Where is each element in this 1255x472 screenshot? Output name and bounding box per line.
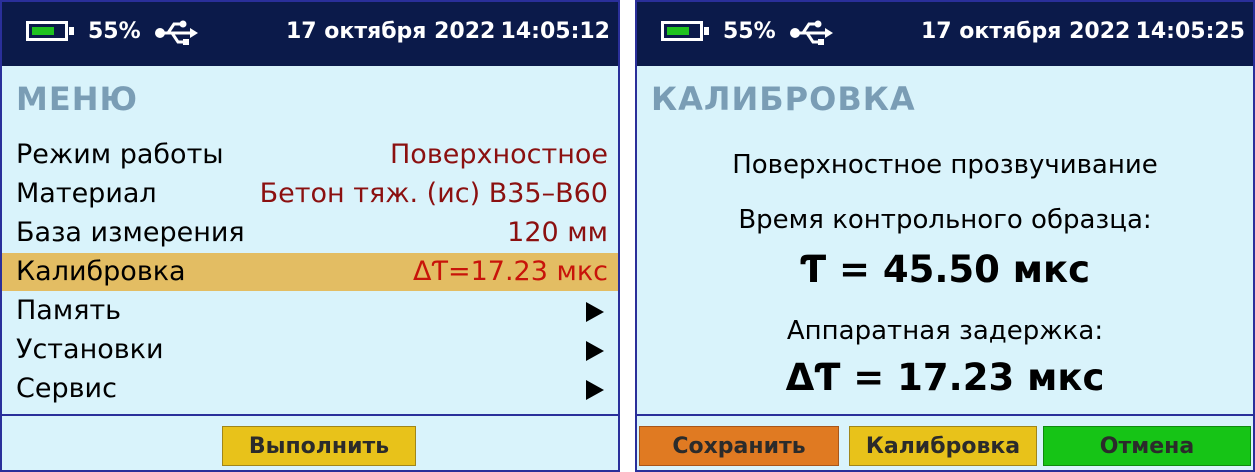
menu-item-label: Калибровка bbox=[16, 256, 186, 287]
page-title: КАЛИБРОВКА bbox=[651, 80, 916, 118]
cancel-button[interactable]: Отмена bbox=[1043, 426, 1251, 466]
menu-item-value: Бетон тяж. (ис) В35–В60 bbox=[259, 178, 608, 209]
execute-button[interactable]: Выполнить bbox=[222, 426, 416, 466]
time: 14:05:12 bbox=[500, 19, 610, 44]
menu-item-label: Режим работы bbox=[16, 139, 224, 170]
save-button[interactable]: Сохранить bbox=[639, 426, 839, 466]
menu-item-service[interactable]: Сервис bbox=[2, 370, 618, 408]
menu-item-value: 120 мм bbox=[507, 217, 608, 248]
battery-percent: 55% bbox=[723, 19, 776, 44]
menu-item-label: Память bbox=[16, 295, 122, 326]
menu-item-settings[interactable]: Установки bbox=[2, 331, 618, 369]
menu-item-value: Поверхностное bbox=[390, 139, 608, 170]
date: 17 октября 2022 bbox=[921, 19, 1131, 44]
sample-label: Время контрольного образца: bbox=[738, 205, 1152, 235]
menu-item-calibration[interactable]: Калибровка ΔƬ=17.23 мкс bbox=[2, 253, 618, 291]
divider bbox=[2, 414, 618, 416]
status-bar: 55% 17 октября 2022 14:05:25 bbox=[637, 2, 1253, 66]
battery-icon bbox=[661, 21, 709, 41]
delay-value: ΔƬ = 17.23 мкс bbox=[785, 356, 1105, 399]
arrow-right-icon bbox=[586, 380, 604, 400]
menu-item-label: Материал bbox=[16, 178, 157, 209]
menu-item-label: Сервис bbox=[16, 373, 117, 404]
battery-percent: 55% bbox=[88, 19, 141, 44]
arrow-right-icon bbox=[586, 341, 604, 361]
menu-item-material[interactable]: Материал Бетон тяж. (ис) В35–В60 bbox=[2, 175, 618, 213]
usb-icon bbox=[790, 20, 833, 45]
menu-item-label: Установки bbox=[16, 334, 164, 365]
date: 17 октября 2022 bbox=[286, 19, 496, 44]
time: 14:05:25 bbox=[1135, 19, 1245, 44]
menu-item-value: ΔƬ=17.23 мкс bbox=[413, 256, 608, 287]
divider bbox=[637, 414, 1253, 416]
calibration-screen: 55% 17 октября 2022 14:05:25 КАЛИБРОВКА … bbox=[635, 0, 1255, 472]
menu-item-base[interactable]: База измерения 120 мм bbox=[2, 214, 618, 252]
calibrate-button[interactable]: Калибровка bbox=[849, 426, 1037, 466]
menu-screen: 55% 17 октября 2022 14:05:12 МЕНЮ Режим … bbox=[0, 0, 620, 472]
sample-value: Ƭ = 45.50 мкс bbox=[799, 248, 1091, 291]
page-title: МЕНЮ bbox=[16, 80, 139, 118]
menu-item-memory[interactable]: Память bbox=[2, 292, 618, 330]
menu-item-mode[interactable]: Режим работы Поверхностное bbox=[2, 136, 618, 174]
mode-text: Поверхностное прозвучивание bbox=[732, 150, 1158, 180]
status-bar: 55% 17 октября 2022 14:05:12 bbox=[2, 2, 618, 66]
menu-item-label: База измерения bbox=[16, 217, 245, 248]
delay-label: Аппаратная задержка: bbox=[786, 316, 1104, 346]
arrow-right-icon bbox=[586, 302, 604, 322]
usb-icon bbox=[155, 20, 198, 45]
battery-icon bbox=[26, 21, 74, 41]
